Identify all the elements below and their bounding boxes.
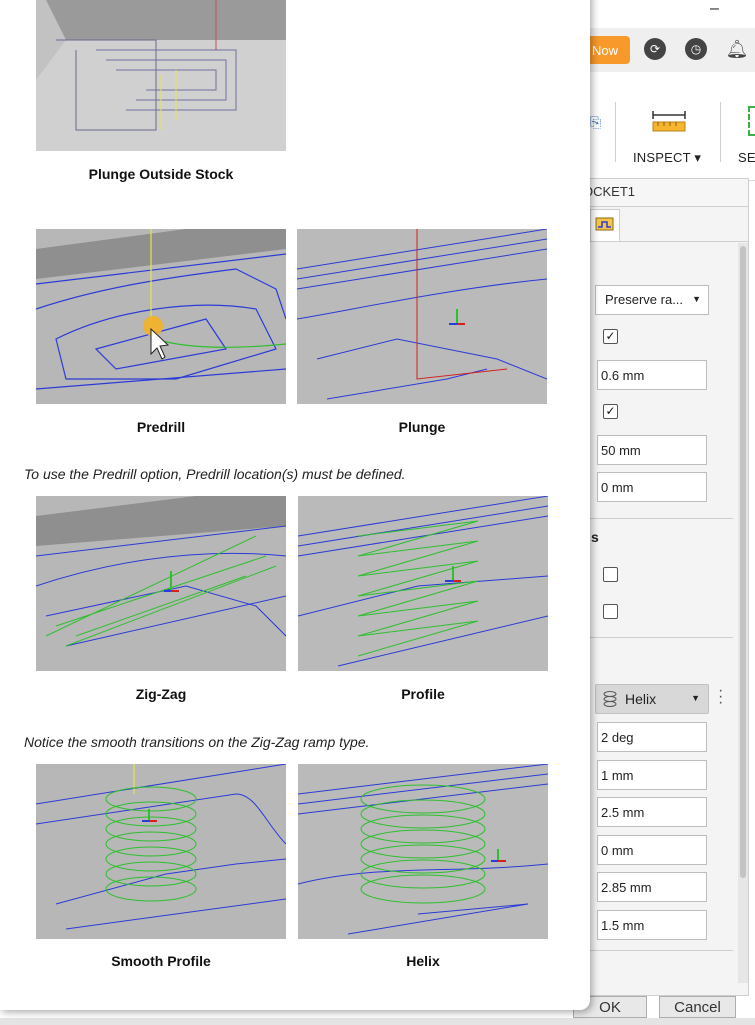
zigzag-caption: Zig-Zag (135, 686, 187, 702)
checkbox-2[interactable]: ✓ (603, 404, 618, 419)
toolbar: ⎘ INSPECT ▾ SE (590, 72, 755, 181)
select-menu[interactable]: SE (738, 150, 755, 165)
checkbox-4[interactable] (603, 604, 618, 619)
help-popup: Plunge Outside Stock Predrill Plunge To … (0, 0, 590, 1010)
predrill-note: To use the Predrill option, Predrill loc… (24, 466, 406, 482)
checkbox-3[interactable] (603, 567, 618, 582)
select-icon[interactable] (748, 106, 755, 136)
bell-icon[interactable]: 🔔︎ (726, 38, 749, 60)
chevron-down-icon: ▼ (691, 693, 700, 703)
plunge-outside-stock-image (36, 0, 286, 151)
chevron-down-icon: ▼ (692, 294, 701, 304)
field-1[interactable]: 0.6 mm (597, 360, 707, 390)
field-3[interactable]: 0 mm (597, 472, 707, 502)
section-divider (590, 950, 733, 951)
zigzag-note: Notice the smooth transitions on the Zig… (24, 734, 370, 750)
helix-image (298, 764, 548, 939)
ruler-icon[interactable] (650, 110, 688, 134)
ramp-clearance-field[interactable]: 2.5 mm (597, 797, 707, 827)
panel-tabs (583, 207, 748, 242)
checkbox-1[interactable]: ✓ (603, 329, 618, 344)
now-button[interactable]: Now (590, 36, 630, 64)
helix-caption: Helix (406, 953, 440, 969)
inspect-menu[interactable]: INSPECT ▾ (633, 150, 701, 166)
toolbar-separator (720, 102, 721, 162)
zigzag-image (36, 496, 286, 671)
plunge-outside-stock-caption: Plunge Outside Stock (88, 166, 234, 182)
section-divider (590, 637, 733, 638)
helix-icon (603, 691, 617, 707)
title-bar: – (590, 0, 755, 28)
plunge-image (297, 229, 547, 404)
helix-diameter-field[interactable]: 2.85 mm (597, 872, 707, 902)
ramp-mode-select[interactable]: Helix ▼ (595, 684, 709, 714)
profile-image (298, 496, 548, 671)
section-divider (590, 518, 733, 519)
ramp-angle-field[interactable]: 2 deg (597, 722, 707, 752)
doc-icon[interactable]: ⎘ (590, 114, 601, 131)
clock-icon[interactable]: ◷ (685, 38, 707, 60)
predrill-caption: Predrill (136, 419, 186, 435)
ramp-type-value: Preserve ra... (605, 292, 684, 307)
ramp-max-stepdown-field[interactable]: 1 mm (597, 760, 707, 790)
more-options-icon[interactable]: · · · (718, 683, 723, 711)
minimize-button[interactable]: – (710, 0, 719, 18)
ramp-taper-field[interactable]: 0 mm (597, 835, 707, 865)
field-2[interactable]: 50 mm (597, 435, 707, 465)
refresh-icon[interactable]: ⟳ (644, 38, 666, 60)
operation-title: OCKET1 (582, 178, 749, 206)
section-label: s (591, 529, 599, 545)
scrollbar-thumb[interactable] (740, 246, 746, 878)
cancel-button[interactable]: Cancel (659, 996, 736, 1018)
plunge-caption: Plunge (398, 419, 446, 435)
ramp-type-select[interactable]: Preserve ra... ▼ (595, 285, 709, 315)
min-ramp-diameter-field[interactable]: 1.5 mm (597, 910, 707, 940)
tab-linking[interactable] (590, 209, 620, 241)
status-strip (0, 1018, 755, 1025)
smooth-profile-image (36, 764, 286, 939)
smooth-profile-caption: Smooth Profile (111, 953, 211, 969)
toolbar-separator (615, 102, 616, 162)
operation-title-text: OCKET1 (583, 184, 636, 199)
linking-tab-icon (595, 217, 614, 231)
profile-caption: Profile (401, 686, 445, 702)
ramp-mode-value: Helix (625, 691, 657, 707)
predrill-image (36, 229, 286, 404)
